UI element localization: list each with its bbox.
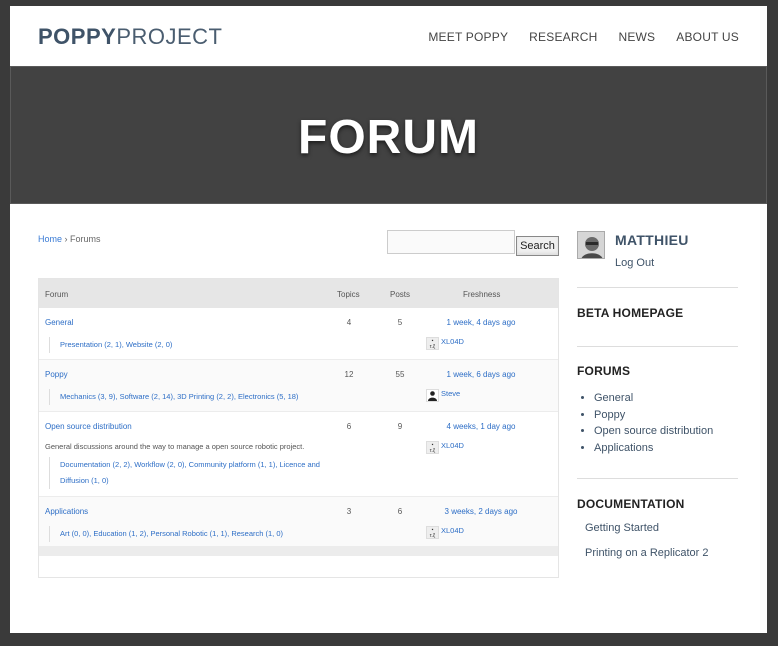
sidebar-forum-open-source[interactable]: Open source distribution (594, 423, 713, 440)
sidebar-forum-poppy[interactable]: Poppy (594, 407, 713, 424)
table-row: General 4 5 1 week, 4 days ago Presentat… (39, 308, 558, 359)
forum-name-link[interactable]: Open source distribution (45, 422, 132, 431)
freshness-link[interactable]: 1 week, 4 days ago (431, 318, 531, 327)
author-link[interactable]: XL04D (441, 441, 464, 450)
page: POPPYPROJECT MEET POPPY RESEARCH NEWS AB… (10, 6, 767, 633)
subforum-links-continued[interactable]: Diffusion (1, 0) (60, 476, 109, 485)
sidebar-divider (577, 346, 738, 347)
search-input[interactable] (387, 230, 515, 254)
main-nav: MEET POPPY RESEARCH NEWS ABOUT US (428, 30, 739, 44)
post-count: 6 (397, 507, 403, 516)
nav-news[interactable]: NEWS (618, 30, 655, 44)
nav-meet-poppy[interactable]: MEET POPPY (428, 30, 508, 44)
doc-printing-replicator[interactable]: Printing on a Replicator 2 (585, 547, 709, 559)
forum-name-link[interactable]: Poppy (45, 370, 68, 379)
beta-homepage-link[interactable]: BETA HOMEPAGE (577, 306, 683, 320)
subforum-links[interactable]: Mechanics (3, 9), Software (2, 14), 3D P… (60, 392, 298, 401)
post-count: 9 (397, 422, 403, 431)
freshness-link[interactable]: 1 week, 6 days ago (431, 370, 531, 379)
page-title: FORUM (298, 111, 479, 164)
doc-getting-started[interactable]: Getting Started (585, 522, 659, 534)
forum-name-link[interactable]: Applications (45, 507, 88, 516)
subforum-list: Presentation (2, 1), Website (2, 0) (49, 337, 172, 353)
subforum-links[interactable]: Documentation (2, 2), Workflow (2, 0), C… (60, 460, 320, 469)
author-avatar[interactable]: ▪ τ.ξ (426, 337, 439, 350)
post-count: 5 (397, 318, 403, 327)
site-logo[interactable]: POPPYPROJECT (38, 24, 223, 50)
subforum-links[interactable]: Presentation (2, 1), Website (2, 0) (60, 340, 172, 349)
sidebar-forum-general[interactable]: General (594, 390, 713, 407)
author-avatar[interactable]: ▪ τ.ξ (426, 526, 439, 539)
topic-count: 12 (344, 370, 354, 379)
header-posts: Posts (390, 290, 411, 299)
sidebar-divider (577, 287, 738, 288)
forums-widget-title: FORUMS (577, 364, 631, 378)
topic-count: 3 (346, 507, 352, 516)
author-link[interactable]: Steve (441, 389, 460, 398)
user-avatar[interactable] (577, 231, 605, 259)
topic-count: 4 (346, 318, 352, 327)
table-row: Open source distribution 6 9 4 weeks, 1 … (39, 412, 558, 496)
forum-name-link[interactable]: General (45, 318, 73, 327)
site-header: POPPYPROJECT MEET POPPY RESEARCH NEWS AB… (10, 6, 767, 66)
table-row: Poppy 12 55 1 week, 6 days ago Mechanics… (39, 360, 558, 411)
hero-banner: FORUM (10, 66, 767, 204)
breadcrumb: Home › Forums (38, 234, 101, 244)
logo-bold: POPPY (38, 24, 117, 49)
post-count: 55 (395, 370, 405, 379)
sidebar-divider (577, 478, 738, 479)
table-header: Forum Topics Posts Freshness (39, 279, 558, 308)
subforum-list: Documentation (2, 2), Workflow (2, 0), C… (49, 457, 320, 489)
logout-link[interactable]: Log Out (615, 257, 654, 269)
subforum-links[interactable]: Art (0, 0), Education (1, 2), Personal R… (60, 529, 283, 538)
header-topics: Topics (337, 290, 360, 299)
author-link[interactable]: XL04D (441, 337, 464, 346)
author-avatar[interactable]: ▪ τ.ξ (426, 441, 439, 454)
author-avatar[interactable] (426, 389, 439, 402)
subforum-list: Art (0, 0), Education (1, 2), Personal R… (49, 526, 283, 542)
breadcrumb-separator: › (62, 234, 71, 244)
forum-description: General discussions around the way to ma… (45, 442, 305, 451)
nav-research[interactable]: RESEARCH (529, 30, 597, 44)
sidebar-forum-list: General Poppy Open source distribution A… (594, 390, 713, 456)
forum-table: Forum Topics Posts Freshness General 4 5… (38, 278, 559, 578)
header-freshness: Freshness (463, 290, 501, 299)
table-row: Applications 3 6 3 weeks, 2 days ago Art… (39, 497, 558, 546)
freshness-link[interactable]: 3 weeks, 2 days ago (431, 507, 531, 516)
search-button[interactable]: Search (516, 236, 559, 256)
freshness-link[interactable]: 4 weeks, 1 day ago (431, 422, 531, 431)
breadcrumb-current: Forums (70, 234, 101, 244)
sidebar-username[interactable]: MATTHIEU (615, 232, 689, 248)
subforum-list: Mechanics (3, 9), Software (2, 14), 3D P… (49, 389, 298, 405)
sidebar-forum-applications[interactable]: Applications (594, 440, 713, 457)
header-forum: Forum (45, 290, 69, 299)
author-link[interactable]: XL04D (441, 526, 464, 535)
breadcrumb-home[interactable]: Home (38, 234, 62, 244)
documentation-widget-title: DOCUMENTATION (577, 497, 685, 511)
topic-count: 6 (346, 422, 352, 431)
table-footer (39, 546, 558, 556)
nav-about-us[interactable]: ABOUT US (676, 30, 739, 44)
logo-light: PROJECT (116, 24, 223, 49)
